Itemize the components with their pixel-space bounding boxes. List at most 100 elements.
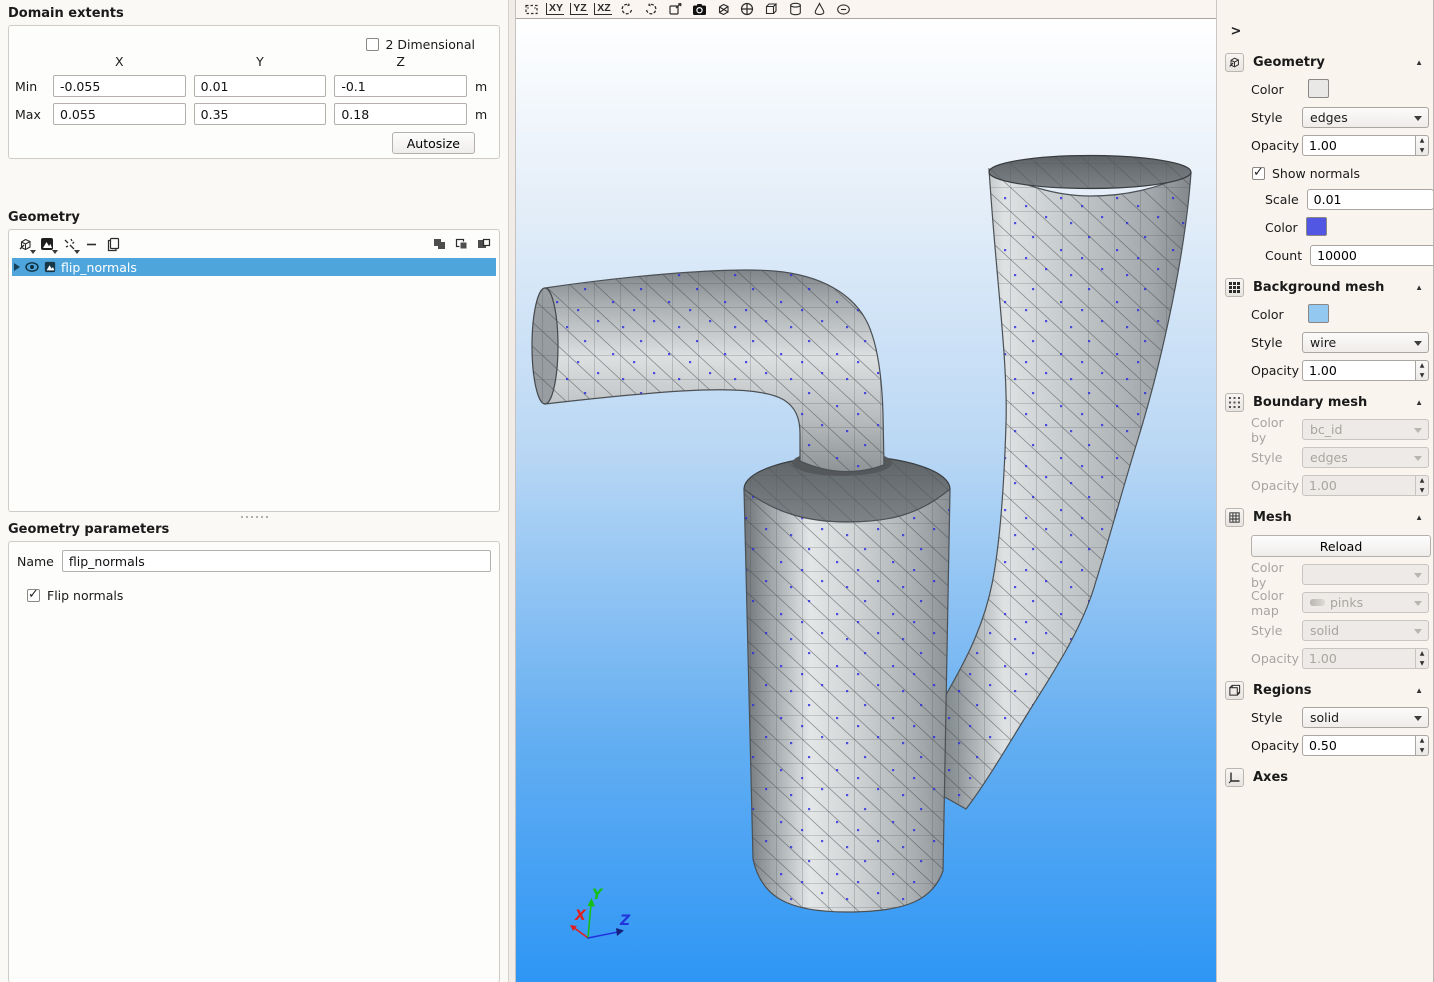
collapse-panel-chevron-icon[interactable]: > [1227,24,1245,39]
chevron-down-icon [1414,341,1422,346]
collapse-icon[interactable]: ▲ [1415,513,1425,522]
spin-down-icon: ▼ [1416,371,1428,381]
two-dimensional-checkbox[interactable] [366,38,379,51]
axes-section-icon[interactable] [1225,768,1244,787]
geometry-section-title: Geometry [8,210,500,225]
background-mesh-header[interactable]: Background mesh ▲ [1225,277,1425,297]
show-cube-icon[interactable] [761,1,781,18]
boundary-color-by-dropdown: bc_id [1302,419,1429,440]
axes-title: Axes [1253,770,1425,785]
collapse-icon[interactable]: ▲ [1415,283,1425,292]
count-label: Count [1265,248,1310,263]
geometry-props-header[interactable]: Geometry ▲ [1225,52,1425,72]
view-xy-icon[interactable]: XY [545,1,565,18]
mesh-title: Mesh [1253,510,1406,525]
perspective-toggle-icon[interactable] [665,1,685,18]
collapse-icon[interactable]: ▲ [1415,58,1425,67]
boolean-union-icon[interactable] [428,234,450,254]
autosize-button[interactable]: Autosize [392,132,475,154]
geometry-props-title: Geometry [1253,55,1406,70]
mesh-style-label: Style [1251,623,1302,638]
boundary-opacity-spinner: ▲▼ [1302,475,1429,496]
panel-splitter[interactable] [508,0,516,982]
duplicate-geometry-icon[interactable] [102,234,124,254]
boolean-intersect-icon[interactable] [450,234,472,254]
chevron-down-icon [1414,573,1422,578]
panel-resize-handle[interactable] [0,512,508,522]
regions-section-icon[interactable] [1225,681,1244,700]
rotate-cw-icon[interactable] [641,1,661,18]
geometry-color-swatch[interactable] [1308,79,1329,98]
chevron-down-icon [1414,428,1422,433]
fit-geometry-icon[interactable] [713,1,733,18]
regions-header[interactable]: Regions ▲ [1225,680,1425,700]
show-normals-checkbox[interactable] [1252,167,1265,180]
geometry-style-dropdown[interactable]: edges [1302,107,1429,128]
max-z-input[interactable] [334,103,467,125]
add-geometry-icon[interactable] [14,234,36,254]
viewport-3d[interactable]: X Y Z [516,18,1216,982]
mesh-color-map-label: Color map [1251,588,1302,618]
normals-count-input[interactable] [1310,245,1434,266]
chevron-down-icon [1414,629,1422,634]
geometry-parameters-group: Name Flip normals [8,541,500,982]
mesh-opacity-spinner: ▲▼ [1302,648,1429,669]
axes-header[interactable]: Axes [1225,767,1425,787]
mesh-scene: X Y Z [516,19,1216,982]
background-mesh-color-swatch[interactable] [1308,304,1329,323]
boundary-mesh-title: Boundary mesh [1253,395,1406,410]
properties-panel: > Geometry ▲ Color Style edges Opacity ▲… [1216,0,1434,982]
min-y-input[interactable] [194,75,327,97]
regions-opacity-spinner[interactable]: ▲▼ [1302,735,1429,756]
show-cone-icon[interactable] [809,1,829,18]
flip-normals-checkbox[interactable] [27,589,40,602]
min-unit-label: m [475,79,489,94]
boundary-mesh-header[interactable]: Boundary mesh ▲ [1225,392,1425,412]
geometry-opacity-spinner[interactable]: ▲▼ [1302,135,1429,156]
min-x-input[interactable] [53,75,186,97]
bg-color-label: Color [1251,307,1308,322]
mesh-section-icon[interactable] [1225,508,1244,527]
regions-title: Regions [1253,683,1406,698]
geometry-section-icon[interactable] [1225,53,1244,72]
view-xz-icon[interactable]: XZ [593,1,613,18]
fit-view-icon[interactable] [521,1,541,18]
normals-color-swatch[interactable] [1306,217,1327,236]
background-mesh-icon[interactable] [1225,278,1244,297]
boundary-mesh-icon[interactable] [1225,393,1244,412]
mesh-color-by-label: Color by [1251,560,1302,590]
show-cylinder-icon[interactable] [785,1,805,18]
max-x-input[interactable] [53,103,186,125]
reload-button[interactable]: Reload [1251,535,1431,557]
flip-normals-label: Flip normals [47,588,123,603]
modify-geometry-icon[interactable] [58,234,80,254]
visibility-eye-icon[interactable] [25,262,39,272]
rotate-ccw-icon[interactable] [617,1,637,18]
geometry-list-item[interactable]: flip_normals [12,258,496,276]
import-surface-icon[interactable] [36,234,58,254]
column-y-label: Y [194,54,327,69]
show-ellipse-icon[interactable] [833,1,853,18]
app-window: Domain extents 2 Dimensional X Y Z Min m… [0,0,1434,982]
screenshot-icon[interactable] [689,1,709,18]
boundary-opacity-label: Opacity [1251,478,1302,493]
name-input[interactable] [62,550,491,572]
max-y-input[interactable] [194,103,327,125]
background-mesh-style-dropdown[interactable]: wire [1302,332,1429,353]
normals-scale-input[interactable] [1307,189,1434,210]
projection-sphere-icon[interactable] [737,1,757,18]
style-label: Style [1251,110,1302,125]
expander-icon[interactable] [14,263,20,271]
view-yz-icon[interactable]: YZ [569,1,589,18]
min-z-input[interactable] [334,75,467,97]
boolean-subtract-icon[interactable] [472,234,494,254]
collapse-icon[interactable]: ▲ [1415,398,1425,407]
background-mesh-opacity-spinner[interactable]: ▲▼ [1302,360,1429,381]
domain-extents-title: Domain extents [8,6,500,21]
remove-geometry-icon[interactable] [80,234,102,254]
collapse-icon[interactable]: ▲ [1415,686,1425,695]
axis-z-label: Z [619,913,631,929]
mesh-header[interactable]: Mesh ▲ [1225,507,1425,527]
bg-opacity-label: Opacity [1251,363,1302,378]
regions-style-dropdown[interactable]: solid [1302,707,1429,728]
